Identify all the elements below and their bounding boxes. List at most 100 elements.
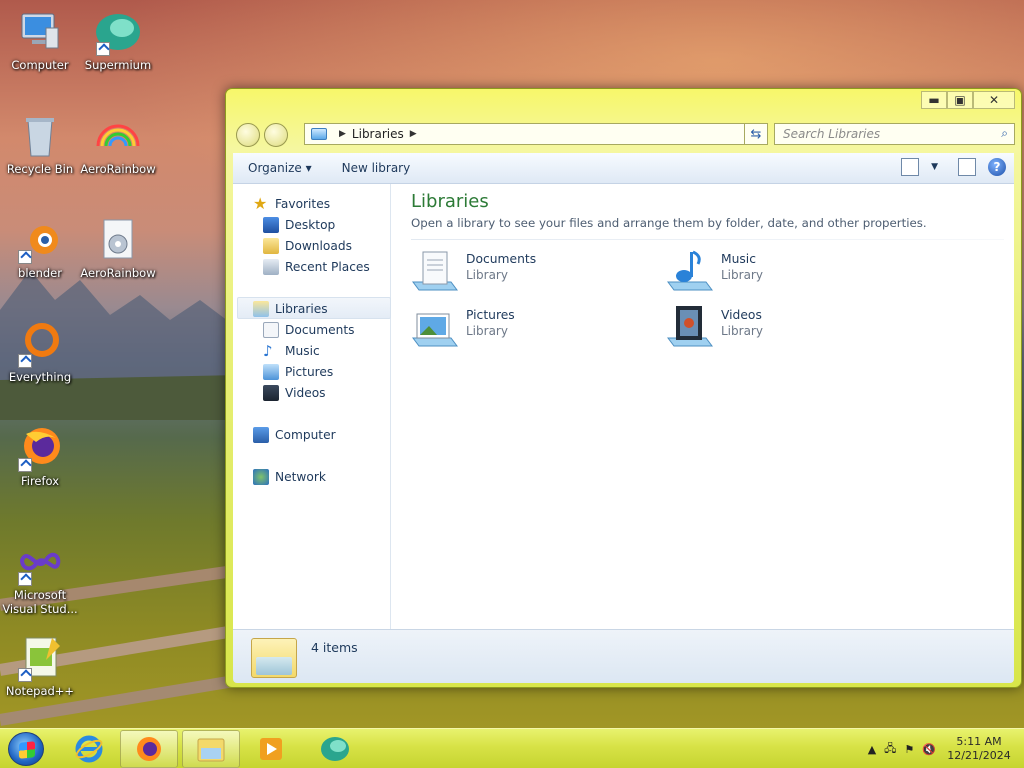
nav-item-recent-places[interactable]: Recent Places (263, 257, 370, 277)
everything-icon (16, 320, 64, 368)
minimize-button[interactable]: ▬ (921, 91, 947, 109)
nav-label: Documents (285, 323, 355, 337)
aerorainbow-icon (94, 112, 142, 160)
nav-item-desktop[interactable]: Desktop (263, 215, 335, 235)
taskbar: ▲ 🖧 ⚑ 🔇 5:11 AM 12/21/2024 (0, 728, 1024, 768)
nav-item-videos[interactable]: Videos (263, 383, 326, 403)
change-view-icon[interactable] (901, 158, 920, 176)
content-pane: Libraries Open a library to see your fil… (392, 184, 1014, 629)
nav-label: Downloads (285, 239, 352, 253)
desktop-icon (263, 217, 279, 233)
libraries-icon (253, 301, 269, 317)
volume-muted-icon[interactable]: 🔇 (922, 743, 936, 756)
nav-label: Pictures (285, 365, 334, 379)
desktop-icon-visual-studio[interactable]: Microsoft Visual Stud... (0, 538, 82, 616)
maximize-button[interactable]: ▣ (947, 91, 973, 109)
explorer-window[interactable]: ▬ ▣ ✕ ▶ Libraries ▶ ▼ ⇆ Search Libraries… (225, 88, 1022, 688)
library-name: Videos (721, 308, 762, 322)
view-options-chevron-icon[interactable]: ▼ (931, 162, 938, 172)
organize-button[interactable]: Organize ▾ (233, 161, 327, 175)
refresh-button[interactable]: ⇆ (744, 123, 768, 145)
clock-time: 5:11 AM (956, 735, 1002, 748)
nav-item-documents[interactable]: Documents (263, 320, 355, 340)
nav-item-downloads[interactable]: Downloads (263, 236, 352, 256)
desktop-icon-aerorainbow-2[interactable]: AeroRainbow (76, 216, 160, 280)
library-item-pictures[interactable]: Pictures Library (411, 304, 515, 352)
desktop-icon-label: Microsoft Visual Stud... (2, 588, 78, 616)
forward-button[interactable] (264, 123, 288, 147)
desktop-icon-blender[interactable]: blender (0, 216, 82, 280)
media-player-icon (260, 738, 282, 760)
network-icon (253, 469, 269, 485)
nav-item-pictures[interactable]: Pictures (263, 362, 333, 382)
search-icon[interactable]: ⌕ (1001, 126, 1008, 141)
pictures-library-icon (411, 304, 459, 352)
desktop-icon-label: AeroRainbow (80, 266, 156, 280)
desktop-icon-label: Recycle Bin (6, 162, 74, 176)
desktop-icon-label: AeroRainbow (80, 162, 156, 176)
explorer-icon (197, 738, 225, 762)
desktop-icon-label: Supermium (84, 58, 152, 72)
close-button[interactable]: ✕ (973, 91, 1015, 109)
preview-pane-icon[interactable] (958, 158, 976, 176)
library-item-videos[interactable]: Videos Library (666, 304, 763, 352)
action-center-flag-icon[interactable]: ⚑ (904, 743, 914, 756)
nav-item-favorites[interactable]: ★ Favorites (253, 194, 330, 214)
nav-item-libraries[interactable]: Libraries (253, 299, 328, 319)
desktop-icon-notepad-plus-plus[interactable]: Notepad++ (0, 634, 82, 698)
music-note-icon: ♪ (263, 342, 273, 360)
pictures-icon (263, 364, 279, 380)
desktop-icon-firefox[interactable]: Firefox (0, 424, 82, 488)
taskbar-supermium[interactable] (306, 730, 364, 768)
navigation-pane: ★ Favorites Desktop Downloads Recent Pla… (233, 184, 391, 629)
internet-explorer-icon (75, 735, 103, 763)
taskbar-firefox[interactable] (120, 730, 178, 768)
blender-icon (16, 216, 64, 264)
explorer-body: ★ Favorites Desktop Downloads Recent Pla… (233, 184, 1014, 629)
nav-item-computer[interactable]: Computer (253, 425, 336, 445)
firefox-icon (137, 737, 161, 761)
library-item-music[interactable]: Music Library (666, 248, 763, 296)
library-type: Library (466, 268, 508, 282)
libraries-small-icon (311, 128, 327, 140)
network-tray-icon[interactable]: 🖧 (884, 740, 896, 759)
minimize-icon: ▬ (928, 93, 940, 107)
desktop-icon-computer[interactable]: Computer (0, 8, 82, 72)
desktop-icon-recycle-bin[interactable]: Recycle Bin (0, 112, 82, 176)
nav-label: Computer (275, 428, 336, 442)
libraries-large-icon (251, 638, 297, 678)
library-type: Library (721, 324, 763, 338)
star-icon: ★ (253, 194, 268, 213)
recent-places-icon (263, 259, 279, 275)
nav-item-network[interactable]: Network (253, 467, 326, 487)
search-input[interactable]: Search Libraries ⌕ (774, 123, 1015, 145)
address-bar[interactable]: ▶ Libraries ▶ ▼ (304, 123, 766, 145)
firefox-icon (16, 424, 64, 472)
search-placeholder: Search Libraries (783, 127, 881, 141)
clock[interactable]: 5:11 AM 12/21/2024 (944, 735, 1014, 763)
start-button[interactable] (8, 732, 44, 766)
desktop-icon-everything[interactable]: Everything (0, 320, 82, 384)
clock-date: 12/21/2024 (947, 749, 1011, 762)
library-item-documents[interactable]: Documents Library (411, 248, 536, 296)
breadcrumb-libraries[interactable]: Libraries (352, 127, 404, 141)
back-button[interactable] (236, 123, 260, 147)
caption-buttons: ▬ ▣ ✕ (921, 91, 1015, 109)
nav-item-music[interactable]: ♪ Music (263, 341, 320, 361)
videos-icon (263, 385, 279, 401)
documents-library-icon (411, 248, 459, 296)
taskbar-explorer[interactable] (182, 730, 240, 768)
taskbar-media-player[interactable] (242, 730, 300, 768)
desktop-icon-aerorainbow[interactable]: AeroRainbow (76, 112, 160, 176)
library-type: Library (466, 324, 508, 338)
downloads-icon (263, 238, 279, 254)
breadcrumb-separator-icon[interactable]: ▶ (410, 129, 417, 139)
show-hidden-icons-icon[interactable]: ▲ (868, 743, 876, 756)
new-library-button[interactable]: New library (327, 161, 426, 175)
taskbar-internet-explorer[interactable] (60, 730, 118, 768)
nav-label: Recent Places (285, 260, 370, 274)
help-icon[interactable]: ? (988, 158, 1006, 176)
desktop-icon-supermium[interactable]: Supermium (76, 8, 160, 72)
navigation-bar: ▶ Libraries ▶ ▼ ⇆ Search Libraries ⌕ (234, 121, 1015, 149)
library-name: Documents (466, 252, 537, 266)
